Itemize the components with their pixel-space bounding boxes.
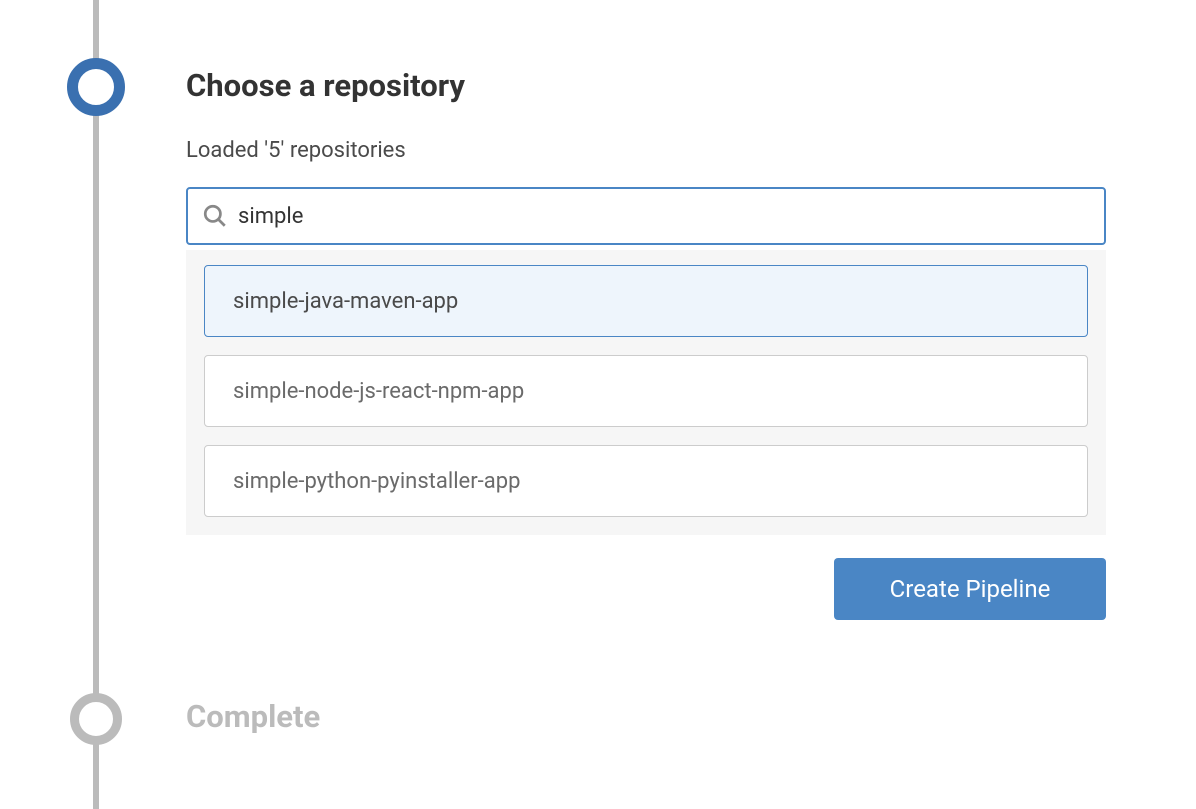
repository-name: simple-python-pyinstaller-app bbox=[233, 469, 520, 494]
step-title-choose-repository: Choose a repository bbox=[186, 67, 465, 104]
create-pipeline-label: Create Pipeline bbox=[890, 575, 1051, 603]
repository-search-container bbox=[186, 187, 1106, 245]
step-title-complete: Complete bbox=[186, 698, 320, 735]
repository-item[interactable]: simple-node-js-react-npm-app bbox=[204, 355, 1088, 427]
step-marker-complete bbox=[70, 693, 122, 745]
repository-name: simple-java-maven-app bbox=[233, 289, 458, 314]
create-pipeline-button[interactable]: Create Pipeline bbox=[834, 558, 1106, 620]
repository-item[interactable]: simple-python-pyinstaller-app bbox=[204, 445, 1088, 517]
repository-list: simple-java-maven-app simple-node-js-rea… bbox=[186, 250, 1106, 535]
repository-search-input[interactable] bbox=[238, 204, 1090, 229]
repository-name: simple-node-js-react-npm-app bbox=[233, 379, 524, 404]
search-icon bbox=[202, 203, 228, 229]
repository-item[interactable]: simple-java-maven-app bbox=[204, 265, 1088, 337]
loaded-repositories-text: Loaded '5' repositories bbox=[186, 138, 406, 163]
timeline-line bbox=[93, 0, 99, 809]
step-marker-choose-repository bbox=[67, 58, 125, 116]
